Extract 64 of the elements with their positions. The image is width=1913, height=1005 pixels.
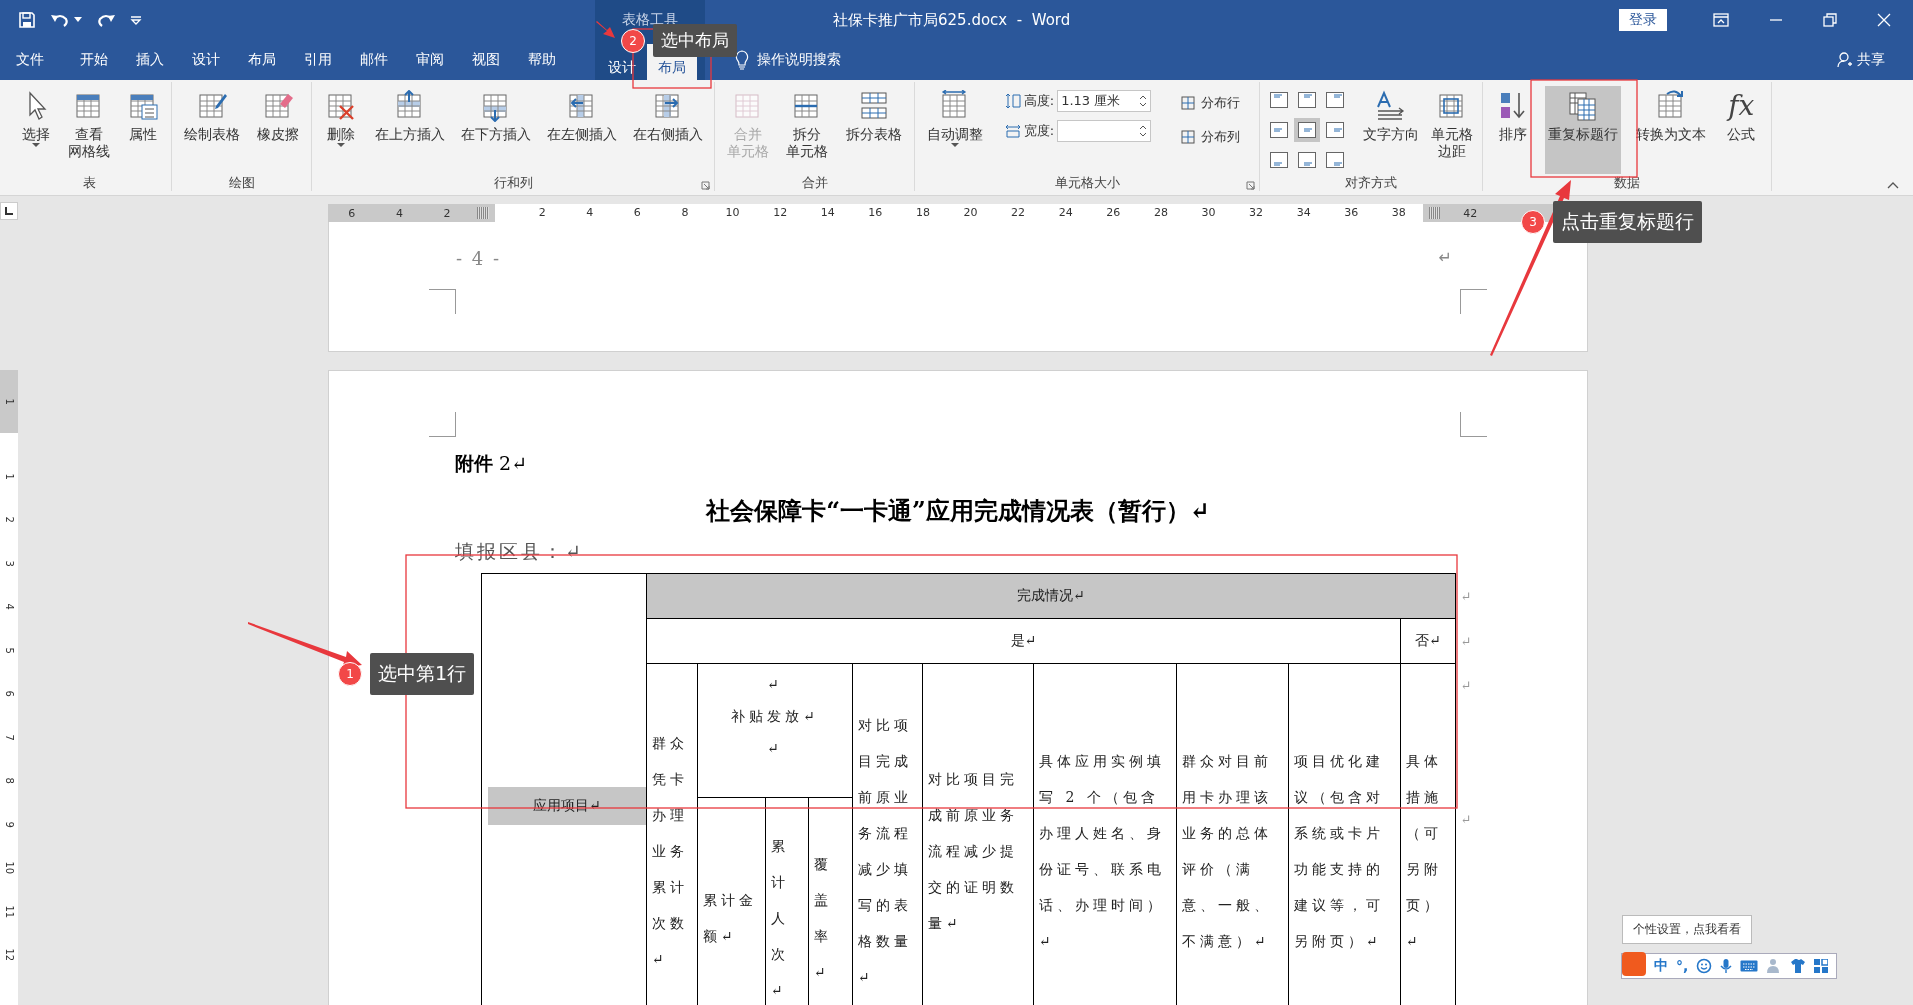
row-end-mark: ↵ (1455, 797, 1496, 1005)
ruler-number: 22 (994, 204, 1042, 222)
group-label: 单元格大小 (1054, 174, 1120, 192)
table-cell: 否↵ (1400, 618, 1456, 664)
ruler-number: 10 (2, 860, 16, 877)
ruler-number: 28 (1137, 204, 1185, 222)
ruler-number: 20 (946, 204, 995, 222)
document-title: 社会保障卡“一卡通”应用完成情况表（暂行）↵ (706, 495, 1210, 527)
ruler-number: 6 (613, 204, 662, 222)
ruler-number: 12 (756, 204, 804, 222)
group-label: 对齐方式 (1345, 174, 1397, 192)
row-end-mark: ↵ (1455, 663, 1496, 798)
ruler-number: 34 (1279, 204, 1328, 222)
ruler-number: 5 (2, 646, 16, 656)
field-label: 宽度: (1023, 122, 1055, 140)
group-label: 数据 (1614, 174, 1640, 192)
ruler-number: 42 (1462, 206, 1479, 220)
ruler-number: 6 (347, 206, 357, 220)
step-tooltip: 点击重复标题行 (1553, 201, 1702, 243)
ruler-number: 12 (2, 947, 16, 964)
ruler-number: 1 (2, 398, 16, 405)
ruler-number: 16 (851, 204, 900, 222)
ruler-number: 24 (1041, 204, 1090, 222)
table-cell: 完成情况↵ (646, 573, 1456, 619)
ruler-number: 36 (1327, 204, 1376, 222)
ruler-number: 2 (518, 204, 566, 222)
ruler-number: 11 (2, 904, 16, 920)
table-cell: ↵ 补贴发放↵ ↵ (697, 663, 853, 798)
ruler-number: 10 (708, 204, 757, 222)
ruler-number: 38 (1375, 204, 1423, 222)
row-end-mark: ↵ (1455, 573, 1496, 619)
ruler-number: 3 (2, 559, 16, 569)
ruler-number: 9 (2, 820, 16, 830)
ruler-number: 30 (1184, 204, 1233, 222)
ruler-number: 7 (2, 733, 16, 743)
paragraph-mark: ↵ (1438, 248, 1452, 269)
page-number: - 4 - (456, 248, 502, 269)
row-end-mark: ↵ (1455, 618, 1496, 664)
ruler-number: 26 (1089, 204, 1138, 222)
window-title: 社保卡推广市局625.docx - Word (833, 10, 1071, 30)
attachment-label: 附件 2↵ (455, 451, 528, 476)
group-label: 表 (83, 174, 96, 192)
ruler-number: 2 (442, 206, 452, 220)
field-label: 高度: (1023, 92, 1055, 110)
ruler-number: 2 (2, 515, 16, 526)
ruler-number: 4 (565, 204, 614, 222)
group-label: 行和列 (493, 174, 533, 192)
ruler-number: 8 (2, 776, 16, 787)
group-label: 绘图 (228, 174, 255, 192)
step-tooltip: 选中第1行 (370, 653, 475, 695)
table-cell: 是↵ (646, 618, 1401, 664)
ruler-number: 4 (394, 206, 404, 220)
ruler-number: 8 (661, 204, 709, 222)
ruler-number: 6 (2, 689, 16, 700)
ime-tooltip: 个性设置，点我看看 (1622, 915, 1752, 944)
group-label: 合并 (801, 174, 828, 192)
ruler-number: 18 (899, 204, 947, 222)
formula-icon: fx (1728, 90, 1755, 122)
ruler-number: 4 (2, 602, 16, 613)
table-cell: 对比项目完成前原业务流程减少填写的表格数量↵ (852, 663, 923, 1005)
step-tooltip: 选中布局 (653, 24, 737, 57)
ruler-number: 1 (2, 472, 16, 482)
ruler-number: 14 (803, 204, 852, 222)
ruler-number: 32 (1232, 204, 1280, 222)
